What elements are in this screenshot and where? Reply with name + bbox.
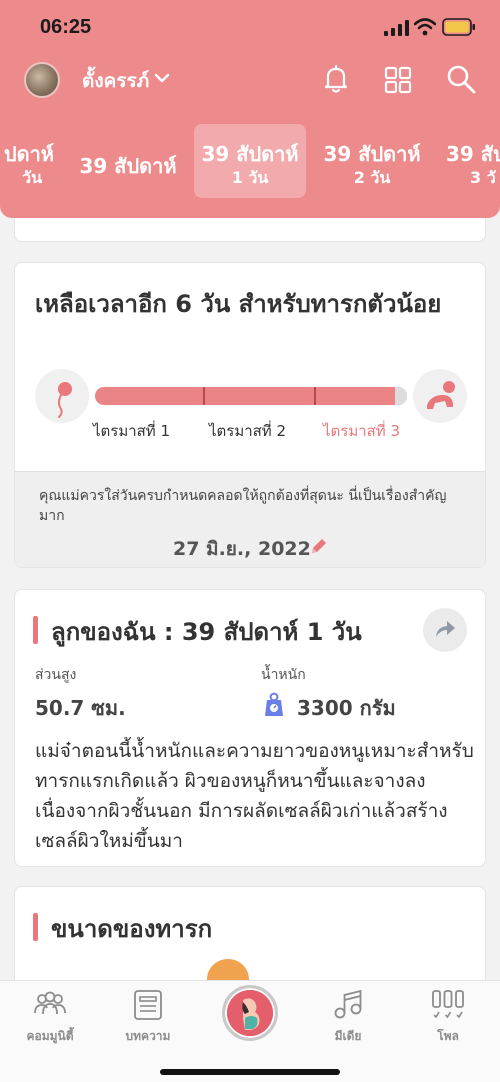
week-tab[interactable]: 39 สัปดาห์ 2 วัน [316,124,428,198]
trimester-1-label: ไตรมาสที่ 1 [93,422,171,440]
weight-scale-icon [265,692,283,716]
section-accent-bar [33,913,38,941]
due-date-note: คุณแม่ควรใส่วันครบกำหนดคลอดให้ถูกต้องที่… [39,488,447,524]
height-value: 50.7 ซม. [35,696,126,720]
tab-media[interactable]: มีเดีย [308,989,388,1046]
bell-icon[interactable] [322,64,350,94]
trimester-2-label: ไตรมาสที่ 2 [209,422,287,440]
week-tab-selected[interactable]: 39 สัปดาห์ 1 วัน [194,124,306,198]
trimester-3-label: ไตรมาสที่ 3 [323,422,401,440]
week-tab[interactable]: 39 สัปดาห์ [72,124,184,198]
music-note-icon [334,989,362,1019]
baby-info-card: ลูกของฉัน : 39 สัปดาห์ 1 วัน ส่วนสูง 50.… [14,589,486,867]
article-icon [134,990,162,1020]
app-header: 06:25 ตั้งครรภ์ ปดาห์ วัน 39 สัปดาห์ 39 … [0,0,500,218]
pencil-icon[interactable] [309,536,329,556]
tab-articles[interactable]: บทความ [108,989,188,1046]
top-bar: ตั้งครรภ์ [0,56,500,106]
community-icon [34,991,66,1015]
section-accent-bar [33,616,38,644]
share-button[interactable] [423,608,467,652]
wifi-icon [414,18,436,36]
baby-description: แม่จ๋าตอนนี้น้ำหนักและความยาวของหนูเหมาะ… [35,740,474,852]
baby-size-title: ขนาดของทารก [51,915,213,943]
due-date-section: คุณแม่ควรใส่วันครบกำหนดคลอดให้ถูกต้องที่… [15,471,485,567]
due-date-value[interactable]: 27 มิ.ย., 2022 [173,534,311,564]
baby-info-title: ลูกของฉัน : 39 สัปดาห์ 1 วัน [51,618,362,646]
height-label: ส่วนสูง [35,667,77,683]
crawling-baby-icon [413,369,467,423]
search-icon[interactable] [446,64,476,94]
chevron-down-icon[interactable] [154,70,170,86]
tab-community[interactable]: คอมมูนิตี้ [10,989,90,1046]
weight-value: 3300 กรัม [297,696,396,720]
tab-poll[interactable]: โพล [408,989,488,1046]
bottom-tab-bar: คอมมูนิตี้ บทความ มีเดีย โพล [0,980,500,1082]
pregnant-woman-icon [227,990,273,1036]
status-bar: 06:25 [0,0,500,56]
week-selector: ปดาห์ วัน 39 สัปดาห์ 39 สัปดาห์ 1 วัน 39… [0,124,500,200]
grid-menu-icon[interactable] [384,66,412,94]
signal-icon [384,20,409,36]
avatar[interactable] [24,62,60,98]
sperm-icon [35,369,89,423]
battery-icon [442,18,475,36]
poll-icon [432,990,464,1019]
week-tab[interactable]: 39 สัป 3 วั [440,124,500,198]
share-arrow-icon [436,621,455,637]
status-time: 06:25 [40,16,92,38]
profile-name[interactable]: ตั้งครรภ์ [82,66,149,96]
countdown-title: เหลือเวลาอีก 6 วัน สำหรับทารกตัวน้อย [35,290,442,318]
week-tab[interactable]: ปดาห์ วัน [0,124,56,198]
pregnancy-home-button[interactable] [222,985,278,1041]
pregnancy-progress-bar [95,387,407,405]
home-indicator [160,1069,340,1075]
weight-label: น้ำหนัก [261,667,306,683]
countdown-card: เหลือเวลาอีก 6 วัน สำหรับทารกตัวน้อย ไตร… [14,262,486,568]
